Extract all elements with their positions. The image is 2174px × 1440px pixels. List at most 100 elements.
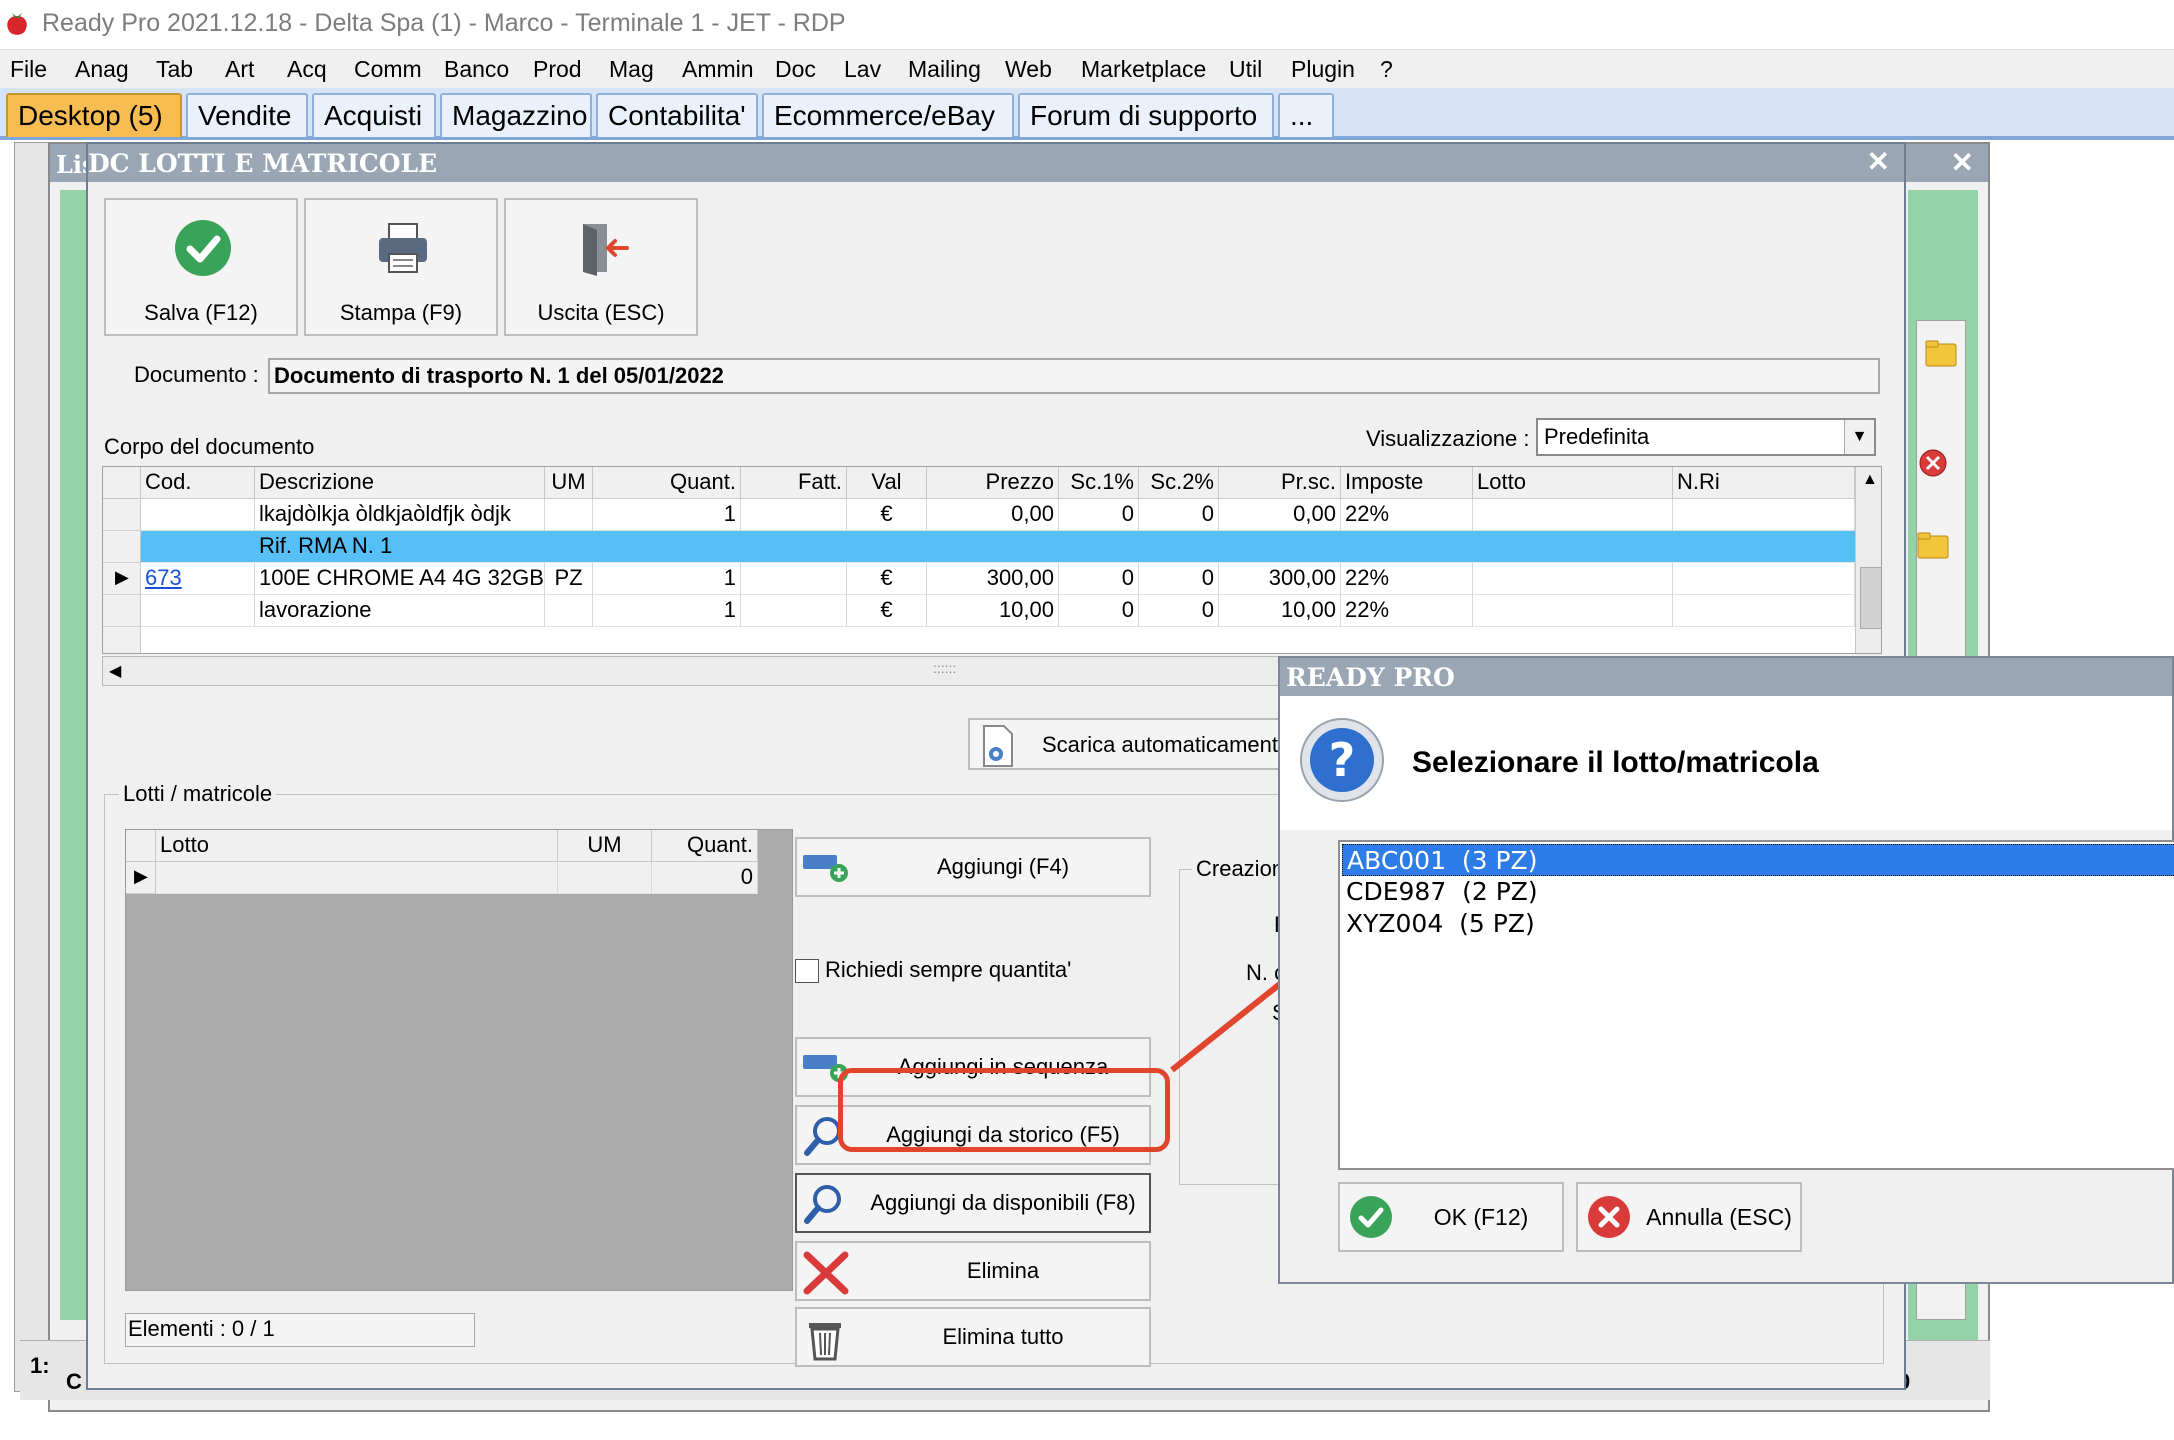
table-cell[interactable]: lavorazione: [255, 595, 545, 627]
menu-util[interactable]: Util: [1229, 56, 1262, 83]
tab-magazzino[interactable]: Magazzino: [440, 93, 592, 137]
table-cell[interactable]: 1: [593, 595, 741, 627]
ok-button[interactable]: OK (F12): [1338, 1182, 1564, 1252]
menu-web[interactable]: Web: [1005, 56, 1052, 83]
table-cell[interactable]: [558, 862, 652, 894]
table-cell[interactable]: 0: [1059, 595, 1139, 627]
exit-button[interactable]: Uscita (ESC): [504, 198, 698, 336]
menu-help[interactable]: ?: [1380, 56, 1393, 83]
menu-file[interactable]: File: [10, 56, 47, 83]
table-cell[interactable]: 10,00: [927, 595, 1059, 627]
table-cell[interactable]: [1473, 595, 1673, 627]
table-cell[interactable]: lkajdòlkja òldkjaòldfjk òdjk: [255, 499, 545, 531]
table-cell[interactable]: 300,00: [927, 563, 1059, 595]
visualizzazione-select[interactable]: Predefinita ▼: [1536, 418, 1876, 456]
menu-doc[interactable]: Doc: [775, 56, 816, 83]
column-header[interactable]: Prezzo: [927, 467, 1059, 499]
scrollbar-thumb[interactable]: [1860, 567, 1881, 629]
save-button[interactable]: Salva (F12): [104, 198, 298, 336]
table-cell[interactable]: 0: [652, 862, 758, 894]
column-header[interactable]: Sc.1%: [1059, 467, 1139, 499]
menu-tab[interactable]: Tab: [156, 56, 193, 83]
table-cell[interactable]: [741, 499, 847, 531]
tab-contabilita[interactable]: Contabilita': [596, 93, 758, 137]
menu-anag[interactable]: Anag: [75, 56, 129, 83]
column-header[interactable]: N.Ri: [1673, 467, 1855, 499]
column-header[interactable]: Quant.: [593, 467, 741, 499]
tab-acquisti[interactable]: Acquisti: [312, 93, 436, 137]
product-code-link[interactable]: 673: [141, 563, 255, 595]
tab-ecommerce[interactable]: Ecommerce/eBay: [762, 93, 1014, 137]
table-cell[interactable]: [1673, 499, 1855, 531]
column-header[interactable]: Pr.sc.: [1219, 467, 1341, 499]
table-cell[interactable]: [141, 595, 255, 627]
table-cell[interactable]: [741, 595, 847, 627]
aggiungi-da-disponibili-button[interactable]: Aggiungi da disponibili (F8): [795, 1173, 1151, 1233]
table-cell[interactable]: [1673, 563, 1855, 595]
table-cell[interactable]: [545, 499, 593, 531]
table-cell[interactable]: 0: [1059, 563, 1139, 595]
table-cell[interactable]: 0,00: [1219, 499, 1341, 531]
table-cell[interactable]: €: [847, 595, 927, 627]
folder-icon[interactable]: [1916, 530, 1950, 560]
table-cell[interactable]: 0,00: [927, 499, 1059, 531]
menu-plugin[interactable]: Plugin: [1291, 56, 1355, 83]
menu-prod[interactable]: Prod: [533, 56, 582, 83]
table-cell[interactable]: 0: [1139, 563, 1219, 595]
menu-ammin[interactable]: Ammin: [682, 56, 754, 83]
column-header[interactable]: Cod.: [141, 467, 255, 499]
table-cell[interactable]: [741, 563, 847, 595]
column-header[interactable]: UM: [545, 467, 593, 499]
lotto-option[interactable]: ABC001 (3 PZ): [1342, 844, 2174, 876]
grid-vertical-scrollbar[interactable]: ▲: [1855, 467, 1881, 653]
grid-horizontal-scrollbar[interactable]: ◀ ::::::: [102, 656, 1354, 686]
cancel-button[interactable]: Annulla (ESC): [1576, 1182, 1802, 1252]
table-cell[interactable]: 22%: [1341, 595, 1473, 627]
lotto-option[interactable]: CDE987 (2 PZ): [1342, 876, 2174, 908]
close-icon[interactable]: ✕: [1951, 146, 1974, 179]
menu-acq[interactable]: Acq: [287, 56, 327, 83]
column-header[interactable]: Imposte: [1341, 467, 1473, 499]
menu-mailing[interactable]: Mailing: [908, 56, 981, 83]
scrollbar-grip-icon[interactable]: ::::::: [933, 660, 956, 676]
table-cell[interactable]: 300,00: [1219, 563, 1341, 595]
table-cell[interactable]: [1473, 563, 1673, 595]
table-cell[interactable]: 0: [1139, 595, 1219, 627]
column-header[interactable]: Sc.2%: [1139, 467, 1219, 499]
table-cell[interactable]: 1: [593, 499, 741, 531]
tab-forum[interactable]: Forum di supporto: [1018, 93, 1274, 137]
table-cell[interactable]: [1473, 499, 1673, 531]
table-cell[interactable]: 0: [1059, 499, 1139, 531]
menu-comm[interactable]: Comm: [354, 56, 422, 83]
table-cell[interactable]: 100E CHROME A4 4G 32GB GOOGLEC...: [255, 563, 545, 595]
richiedi-quantita-checkbox[interactable]: Richiedi sempre quantita': [795, 957, 1071, 984]
tab-desktop[interactable]: Desktop (5): [6, 93, 182, 137]
elimina-button[interactable]: Elimina: [795, 1241, 1151, 1301]
column-header[interactable]: Descrizione: [255, 467, 545, 499]
table-cell[interactable]: €: [847, 563, 927, 595]
folder-icon[interactable]: [1924, 338, 1958, 368]
column-header[interactable]: Fatt.: [741, 467, 847, 499]
table-cell[interactable]: Rif. RMA N. 1: [255, 531, 545, 563]
menu-banco[interactable]: Banco: [444, 56, 509, 83]
menu-lav[interactable]: Lav: [844, 56, 881, 83]
column-header[interactable]: UM: [558, 830, 652, 862]
column-header[interactable]: Lotto: [1473, 467, 1673, 499]
table-cell[interactable]: 1: [593, 563, 741, 595]
checkbox-box[interactable]: [795, 959, 819, 984]
table-cell[interactable]: 10,00: [1219, 595, 1341, 627]
column-header[interactable]: Quant.: [652, 830, 758, 862]
table-cell[interactable]: [1673, 595, 1855, 627]
column-header[interactable]: Val: [847, 467, 927, 499]
chevron-down-icon[interactable]: ▼: [1844, 420, 1874, 454]
table-cell[interactable]: €: [847, 499, 927, 531]
menu-mag[interactable]: Mag: [609, 56, 654, 83]
close-icon[interactable]: ✕: [1867, 145, 1890, 178]
menu-art[interactable]: Art: [225, 56, 254, 83]
delete-icon[interactable]: [1916, 448, 1950, 478]
table-cell[interactable]: [156, 862, 558, 894]
table-cell[interactable]: [545, 595, 593, 627]
elimina-tutto-button[interactable]: Elimina tutto: [795, 1307, 1151, 1367]
table-cell[interactable]: PZ: [545, 563, 593, 595]
tab-vendite[interactable]: Vendite: [186, 93, 308, 137]
